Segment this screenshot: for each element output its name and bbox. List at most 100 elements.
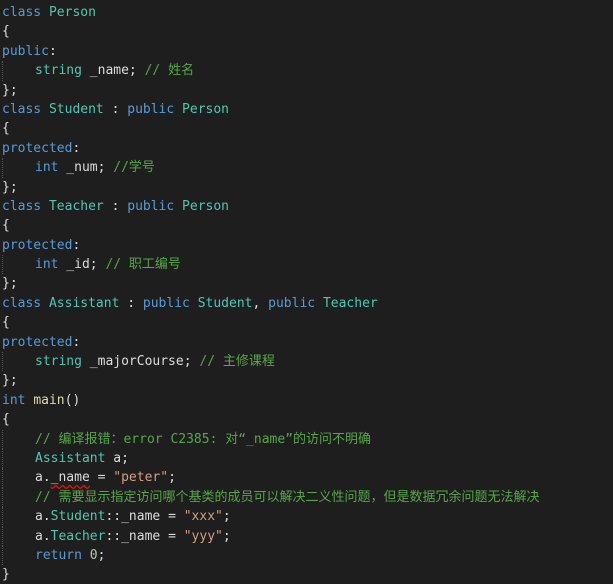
code-token: Student bbox=[50, 509, 106, 525]
code-token: // 职工编号 bbox=[105, 257, 181, 273]
code-area[interactable]: class Person{public: string _name; // 姓名}… bbox=[0, 3, 613, 584]
code-line[interactable]: protected: bbox=[0, 333, 613, 352]
code-line[interactable]: string _name; // 姓名 bbox=[0, 61, 613, 81]
code-line[interactable]: { bbox=[0, 410, 613, 429]
code-token: = bbox=[89, 470, 114, 486]
code-line[interactable]: } bbox=[0, 565, 613, 584]
code-token: { bbox=[2, 218, 10, 234]
code-line[interactable]: Assistant a; bbox=[0, 448, 613, 469]
code-token: , bbox=[252, 295, 269, 311]
indent-guide bbox=[2, 487, 35, 508]
code-token: : bbox=[72, 140, 81, 156]
indent-guide bbox=[2, 158, 35, 178]
code-line[interactable]: { bbox=[0, 313, 613, 332]
indent-guide bbox=[2, 429, 35, 449]
code-token: Student bbox=[197, 295, 253, 311]
code-token: int bbox=[2, 392, 26, 408]
indent-guide bbox=[2, 545, 35, 566]
indent-guide bbox=[2, 526, 35, 546]
code-token: ; bbox=[222, 528, 231, 544]
code-line[interactable]: class Student : public Person bbox=[0, 100, 613, 119]
indent-guide bbox=[2, 61, 35, 81]
code-token: 0 bbox=[89, 547, 98, 563]
code-token: int bbox=[35, 257, 59, 273]
code-line[interactable]: { bbox=[0, 216, 613, 235]
code-token: ::_name = bbox=[105, 509, 184, 525]
code-line[interactable]: // 编译报错：error C2385: 对“_name”的访问不明确 bbox=[0, 429, 613, 449]
code-token: { bbox=[2, 121, 10, 137]
code-line[interactable]: a.Teacher::_name = "yyy"; bbox=[0, 526, 613, 546]
code-line[interactable]: class Assistant : public Student, public… bbox=[0, 294, 613, 313]
indent-guide bbox=[2, 507, 35, 527]
code-token: Person bbox=[182, 101, 230, 117]
code-line[interactable]: a.Student::_name = "xxx"; bbox=[0, 507, 613, 527]
code-line[interactable]: public: bbox=[0, 42, 613, 61]
code-token: Assistant bbox=[48, 295, 120, 311]
code-token: }; bbox=[2, 276, 18, 292]
code-line[interactable]: }; bbox=[0, 274, 613, 293]
code-token: "peter" bbox=[113, 470, 169, 486]
code-token: { bbox=[2, 24, 10, 40]
code-token: _name; bbox=[81, 63, 145, 79]
code-token: int bbox=[35, 160, 59, 176]
code-token: _id; bbox=[58, 257, 106, 273]
code-token: protected bbox=[2, 334, 73, 350]
code-line[interactable]: int _num; //学号 bbox=[0, 158, 613, 178]
code-line[interactable]: a._name = "peter"; bbox=[0, 468, 613, 488]
code-token: "xxx" bbox=[183, 509, 223, 525]
code-token: ; bbox=[97, 547, 106, 563]
code-token: Assistant bbox=[35, 450, 106, 466]
indent-guide bbox=[2, 448, 35, 469]
code-token: : bbox=[119, 295, 143, 311]
code-line[interactable]: class Teacher : public Person bbox=[0, 197, 613, 216]
code-token: //学号 bbox=[113, 160, 155, 176]
code-line[interactable]: string _majorCourse; // 主修课程 bbox=[0, 352, 613, 372]
code-token: a. bbox=[35, 528, 51, 544]
code-editor[interactable]: class Person{public: string _name; // 姓名}… bbox=[0, 0, 613, 584]
code-line[interactable]: // 需要显示指定访问哪个基类的成员可以解决二义性问题，但是数据冗余问题无法解决 bbox=[0, 487, 613, 508]
code-line[interactable]: return 0; bbox=[0, 545, 613, 566]
code-token: () bbox=[64, 392, 81, 408]
code-token: return bbox=[35, 547, 82, 563]
code-line[interactable]: { bbox=[0, 22, 613, 41]
code-token: public bbox=[142, 295, 190, 311]
code-token: // 编译报错：error C2385: 对“_name”的访问不明确 bbox=[35, 431, 372, 447]
code-line[interactable]: int _id; // 职工编号 bbox=[0, 255, 613, 275]
code-token: Teacher bbox=[50, 528, 106, 544]
code-token: ; bbox=[222, 509, 231, 525]
code-token: ::_name = bbox=[105, 528, 184, 544]
code-token: a. bbox=[35, 509, 51, 525]
code-token: string bbox=[35, 354, 82, 370]
code-line[interactable]: }; bbox=[0, 81, 613, 100]
code-token: Student bbox=[48, 101, 104, 117]
code-line[interactable]: class Person bbox=[0, 3, 613, 22]
code-token: : bbox=[72, 237, 81, 253]
code-token: class bbox=[2, 295, 42, 311]
code-line[interactable]: protected: bbox=[0, 236, 613, 255]
error-token: _name bbox=[50, 470, 90, 486]
code-token: : bbox=[48, 43, 57, 59]
code-token: a; bbox=[105, 450, 129, 466]
indent-guide bbox=[2, 468, 35, 488]
code-line[interactable]: { bbox=[0, 119, 613, 138]
code-token: public bbox=[127, 198, 175, 214]
code-token: protected bbox=[2, 140, 73, 156]
code-line[interactable]: int main() bbox=[0, 391, 613, 410]
code-token: _majorCourse; bbox=[81, 354, 200, 370]
code-token: } bbox=[2, 567, 10, 583]
code-token: // 需要显示指定访问哪个基类的成员可以解决二义性问题，但是数据冗余问题无法解决 bbox=[35, 489, 540, 505]
code-line[interactable]: protected: bbox=[0, 139, 613, 158]
code-token: class bbox=[2, 101, 42, 117]
code-line[interactable]: }; bbox=[0, 371, 613, 390]
code-line[interactable]: }; bbox=[0, 178, 613, 197]
code-token: { bbox=[2, 315, 10, 331]
